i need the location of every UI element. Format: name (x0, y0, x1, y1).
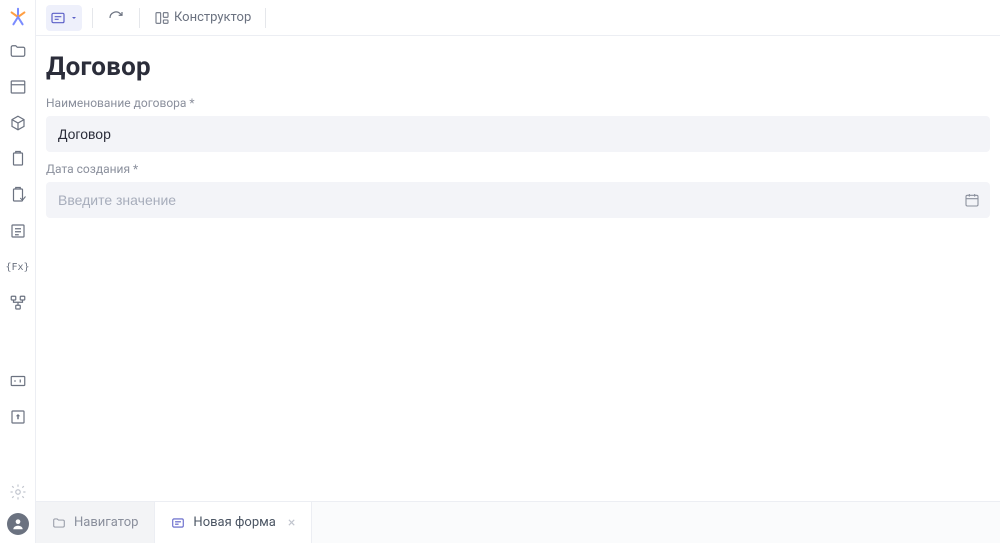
clipboard-check-icon[interactable] (9, 186, 27, 204)
date-input[interactable] (46, 182, 990, 218)
field-name: Наименование договора * (46, 96, 990, 152)
constructor-label: Конструктор (174, 10, 251, 25)
toolbar-separator (139, 8, 140, 28)
left-rail: {Fx} (0, 0, 36, 543)
name-input[interactable] (46, 116, 990, 152)
variable-icon[interactable] (9, 372, 27, 390)
form-icon (171, 516, 185, 530)
news-icon[interactable] (9, 222, 27, 240)
date-field-wrapper (46, 182, 990, 218)
tab-navigator-label: Навигатор (74, 515, 138, 530)
tab-new-form-label: Новая форма (193, 515, 275, 530)
tab-navigator[interactable]: Навигатор (36, 502, 155, 543)
rail-bottom (7, 483, 29, 543)
user-avatar[interactable] (7, 513, 29, 535)
app-logo[interactable] (7, 6, 29, 28)
toolbar-separator (92, 8, 93, 28)
constructor-button[interactable]: Конструктор (150, 5, 255, 31)
export-icon[interactable] (9, 408, 27, 426)
chevron-down-icon (70, 14, 78, 22)
toolbar-separator (265, 8, 266, 28)
rail-icons: {Fx} (9, 42, 27, 483)
form-mode-button[interactable] (46, 5, 82, 31)
toolbar: Конструктор (36, 0, 1000, 36)
layout-icon[interactable] (9, 78, 27, 96)
fx-icon[interactable]: {Fx} (9, 258, 27, 276)
field-date: Дата создания * (46, 162, 990, 218)
field-date-label: Дата создания * (46, 162, 990, 176)
field-name-label: Наименование договора * (46, 96, 990, 110)
refresh-button[interactable] (103, 5, 129, 31)
page-title: Договор (46, 52, 990, 82)
cube-icon[interactable] (9, 114, 27, 132)
tab-new-form[interactable]: Новая форма × (155, 502, 312, 543)
main-area: Конструктор Договор Наименование договор… (36, 0, 1000, 543)
app-root: {Fx} (0, 0, 1000, 543)
clipboard-icon[interactable] (9, 150, 27, 168)
folder-icon[interactable] (9, 42, 27, 60)
bottom-tabs: Навигатор Новая форма × (36, 501, 1000, 543)
close-icon[interactable]: × (288, 515, 295, 531)
folder-icon (52, 516, 66, 530)
content-area: Договор Наименование договора * Дата соз… (36, 36, 1000, 501)
flow-icon[interactable] (9, 294, 27, 312)
settings-icon[interactable] (9, 483, 27, 501)
